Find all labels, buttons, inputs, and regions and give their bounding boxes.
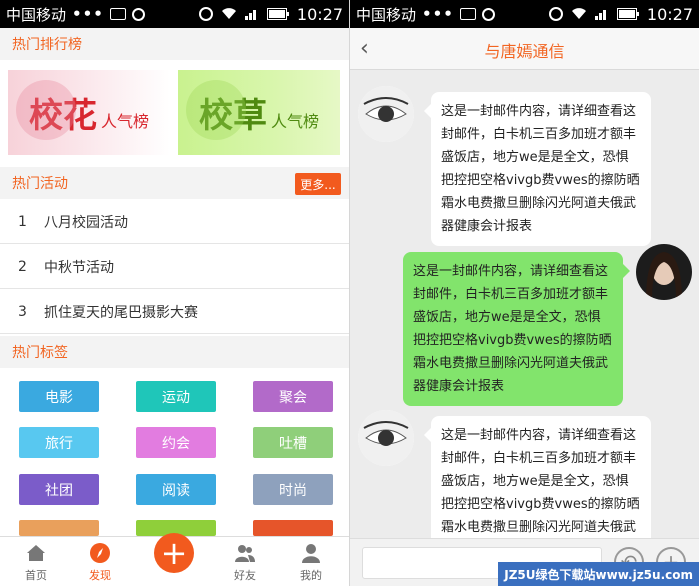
tag-partial[interactable] [19,520,99,536]
friends-icon [235,545,255,562]
wifi-icon [571,8,587,20]
image-icon [459,8,476,20]
signal-icon [244,8,259,20]
chat-header: ‹ 与唐嫣通信 [350,28,699,70]
person-icon [302,544,320,563]
activity-item[interactable]: 1 八月校园活动 [0,200,349,244]
activity-item[interactable]: 2 中秋节活动 [0,245,349,289]
nav-mine[interactable]: 我的 [281,537,341,586]
tag-club[interactable]: 社团 [19,474,99,505]
alarm-icon [198,7,213,21]
tag-label: 吐槽 [279,435,307,452]
nav-label: 好友 [234,569,256,582]
activity-number: 3 [18,303,27,320]
chat-title: 与唐嫣通信 [484,42,565,61]
status-bar: 中国移动 ••• 10:27 [350,0,699,28]
tag-travel[interactable]: 旅行 [19,427,99,458]
grass-graphic [186,80,246,140]
self-avatar[interactable] [636,244,692,300]
section-activity-header: 热门活动 更多... [0,167,349,199]
banner-campus-hunk[interactable]: 校草 人气榜 [178,70,340,155]
message-bubble-sent: 这是一封邮件内容，请详细查看这封邮件，白卡机三百多加班才额丰盛饭店，地方we是是… [403,252,630,406]
signal-icon [594,8,609,20]
dots-icon: ••• [72,5,104,23]
compass-icon [90,543,110,563]
nav-home[interactable]: 首页 [6,537,66,586]
tag-party[interactable]: 聚会 [253,381,333,412]
tag-sports[interactable]: 运动 [136,381,216,412]
tag-fashion[interactable]: 时尚 [253,474,333,505]
tag-label: 旅行 [45,435,73,452]
contact-avatar[interactable] [358,86,414,142]
status-time: 10:27 [646,4,693,24]
message-bubble-received: 这是一封邮件内容，请详细查看这封邮件，白卡机三百多加班才额丰盛饭店，地方we是是… [424,92,651,246]
activity-item[interactable]: 3 抓住夏天的尾巴摄影大赛 [0,290,349,334]
image-icon [109,8,126,20]
banner-campus-belle[interactable]: 校花 人气榜 [8,70,170,155]
section-activity-title: 热门活动 [12,176,68,192]
carrier-label: 中国移动 [356,5,417,24]
activity-label: 中秋节活动 [44,259,114,276]
activity-label: 抓住夏天的尾巴摄影大赛 [44,304,198,321]
status-time: 10:27 [296,4,343,24]
tag-label: 聚会 [279,389,307,406]
add-button[interactable]: + [154,533,194,573]
tag-movie[interactable]: 电影 [19,381,99,412]
section-rank-title: 热门排行榜 [12,37,82,53]
more-button[interactable]: 更多... [295,173,341,195]
record-icon [481,7,495,21]
nav-label: 发现 [89,569,111,582]
activity-number: 1 [18,213,27,230]
nav-friends[interactable]: 好友 [215,537,275,586]
home-icon [27,545,45,561]
section-rank-header: 热门排行榜 [0,28,349,60]
alarm-icon [548,7,563,21]
activity-number: 2 [18,258,27,275]
carrier-label: 中国移动 [6,5,67,24]
tag-partial[interactable] [253,520,333,536]
dots-icon: ••• [422,5,454,23]
battery-icon [266,8,289,20]
status-bar: 中国移动 ••• 10:27 [0,0,349,28]
tag-label: 约会 [162,435,190,452]
battery-icon [616,8,639,20]
tag-reading[interactable]: 阅读 [136,474,216,505]
tag-label: 社团 [45,482,73,499]
nav-discover[interactable]: 发现 [70,537,130,586]
flower-graphic [16,80,76,140]
banner-sub-text: 人气榜 [270,111,319,131]
activity-label: 八月校园活动 [44,214,128,231]
section-tags-title: 热门标签 [12,345,68,361]
discover-screen: 中国移动 ••• 10:27 热门排行榜 校花 人气榜 校草 人气榜 热门活动 … [0,0,349,586]
tag-label: 电影 [45,389,73,406]
nav-label: 我的 [300,569,322,582]
record-icon [131,7,145,21]
watermark: JZ5U绿色下载站www.jz5u.com [498,562,699,586]
tag-label: 运动 [162,389,190,406]
banner-sub-text: 人气榜 [100,111,149,131]
tag-rant[interactable]: 吐槽 [253,427,333,458]
section-tags-header: 热门标签 [0,336,349,368]
tag-date[interactable]: 约会 [136,427,216,458]
wifi-icon [221,8,237,20]
tag-label: 时尚 [279,482,307,499]
chat-screen: 中国移动 ••• 10:27 ‹ 与唐嫣通信 这是一封邮件内容，请详细查看这封邮… [350,0,699,586]
nav-label: 首页 [25,569,47,582]
contact-avatar[interactable] [358,410,414,466]
tag-label: 阅读 [162,482,190,499]
